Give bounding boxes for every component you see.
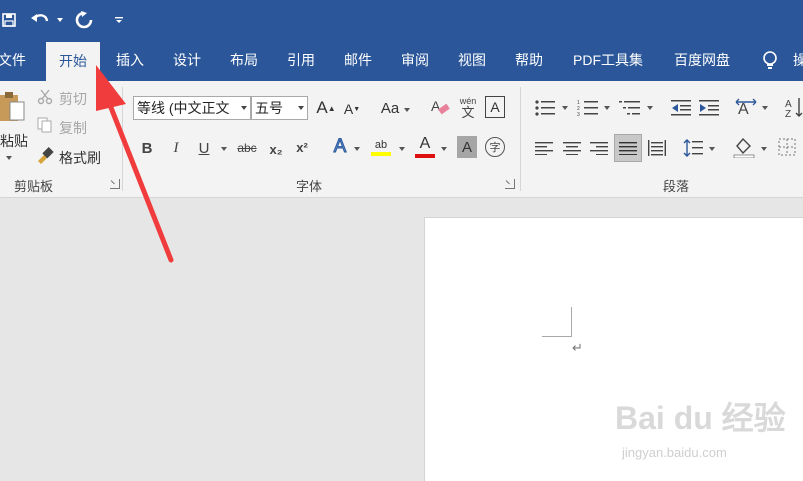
baidu-watermark-url: jingyan.baidu.com [622,445,727,460]
baidu-watermark: Bai du 经验 [615,400,786,436]
